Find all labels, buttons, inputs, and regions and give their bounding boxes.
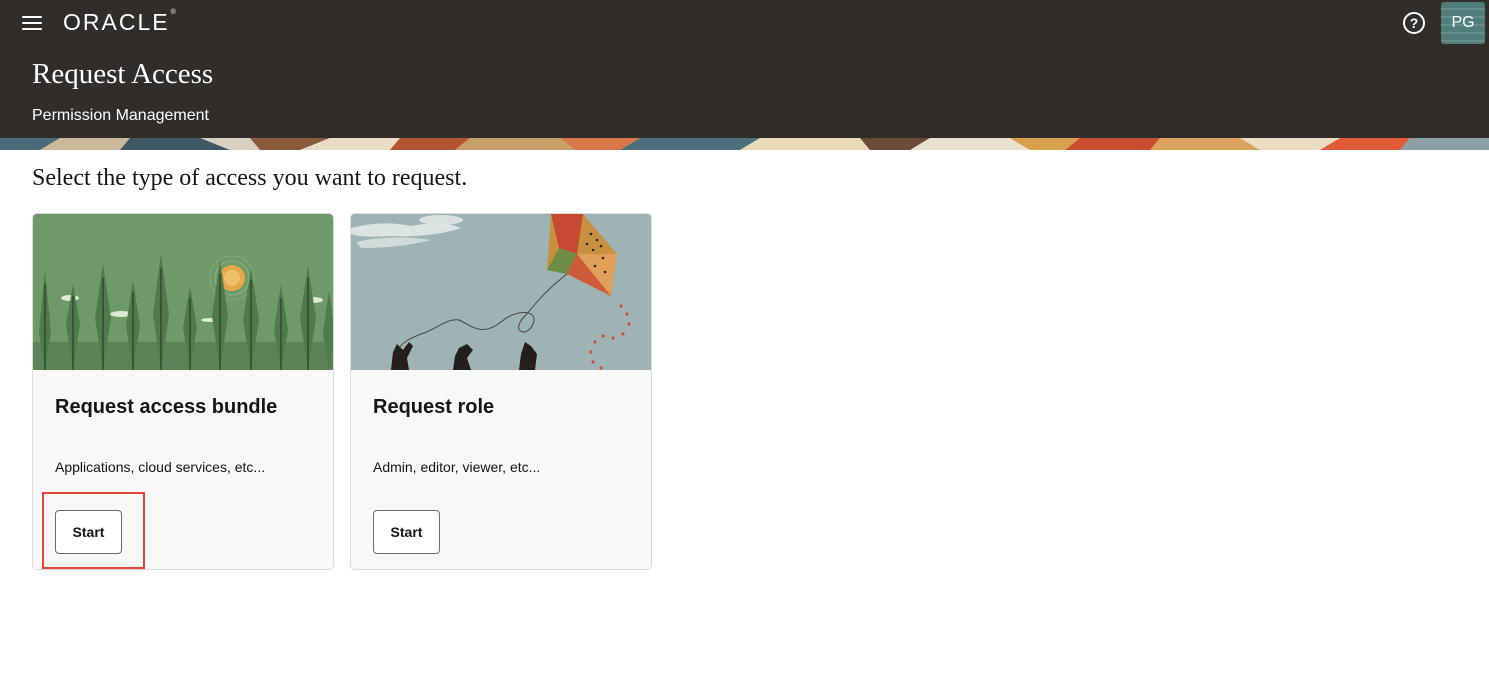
user-avatar[interactable]: PG: [1441, 2, 1485, 44]
help-symbol: ?: [1409, 15, 1419, 31]
start-access-bundle-button[interactable]: Start: [55, 510, 122, 554]
user-initials: PG: [1451, 14, 1475, 31]
card-description: Applications, cloud services, etc...: [55, 459, 266, 475]
page-title: Request Access: [32, 58, 214, 90]
start-role-button[interactable]: Start: [373, 510, 440, 554]
card-title: Request role: [373, 396, 495, 418]
request-access-bundle-card: Request access bundle Applications, clou…: [32, 213, 334, 570]
app-header: ORACLE® ? PG Request Access Permission M…: [0, 0, 1489, 138]
decorative-banner: [0, 138, 1489, 150]
page-subtitle: Permission Management: [32, 107, 209, 124]
card-description: Admin, editor, viewer, etc...: [373, 459, 541, 475]
help-circle-icon[interactable]: ?: [1403, 12, 1425, 34]
access-type-prompt: Select the type of access you want to re…: [32, 165, 468, 191]
brand-name: ORACLE: [63, 9, 170, 35]
request-role-card: Request role Admin, editor, viewer, etc.…: [350, 213, 652, 570]
kite-hands-illustration: [351, 214, 651, 370]
registered-mark: ®: [170, 9, 176, 16]
oracle-logo[interactable]: ORACLE®: [63, 9, 176, 36]
hamburger-menu-icon[interactable]: [20, 12, 44, 34]
forest-sun-illustration: [33, 214, 333, 370]
card-title: Request access bundle: [55, 396, 278, 418]
